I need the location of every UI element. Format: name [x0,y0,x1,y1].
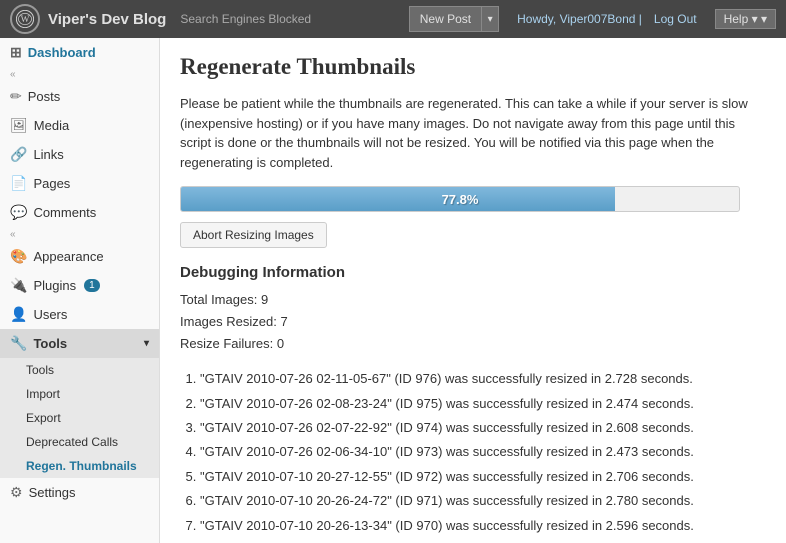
sidebar-item-comments[interactable]: 💬 Comments [0,198,159,227]
howdy-prefix: Howdy, [517,12,556,26]
images-resized-value: 7 [280,314,287,329]
plugins-badge: 1 [84,279,100,292]
site-subtitle: Search Engines Blocked [180,12,311,26]
dashboard-icon: ⊞ [10,44,22,61]
sidebar-item-posts[interactable]: ✏ Posts [0,82,159,111]
progress-label: 77.8% [181,187,739,211]
settings-icon: ⚙ [10,484,23,501]
sidebar-item-plugins[interactable]: 🔌 Plugins 1 [0,271,159,300]
debug-info: Total Images: 9 Images Resized: 7 Resize… [180,289,766,355]
separator: | [639,12,642,26]
list-item: "GTAIV 2010-07-26 02-07-22-92" (ID 974) … [200,416,766,439]
resize-failures-value: 0 [277,336,284,351]
comments-icon: 💬 [10,204,27,221]
page-title: Regenerate Thumbnails [180,54,766,80]
sidebar-collapse-2[interactable]: « [0,227,159,242]
sidebar-item-tools[interactable]: 🔧 Tools ▾ [0,329,159,358]
abort-button[interactable]: Abort Resizing Images [180,222,327,248]
sidebar-item-tools-tools[interactable]: Tools [0,358,159,382]
tools-icon: 🔧 [10,335,27,352]
list-item: "GTAIV 2010-07-10 20-26-13-34" (ID 970) … [200,514,766,537]
total-images-label: Total Images: [180,292,257,307]
sidebar-settings-label: Settings [29,485,76,500]
debug-title: Debugging Information [180,264,766,281]
username-link[interactable]: Viper007Bond [560,12,636,26]
images-resized-row: Images Resized: 7 [180,311,766,333]
help-button[interactable]: Help ▾ [715,9,776,29]
description-text: Please be patient while the thumbnails a… [180,94,766,172]
list-item: "GTAIV 2010-07-10 20-26-24-72" (ID 971) … [200,489,766,512]
sidebar-item-media[interactable]: 🖼 Media [0,111,159,140]
new-post-button-group: New Post ▾ [409,6,499,32]
svg-text:W: W [21,15,30,25]
list-item: "GTAIV 2010-07-26 02-06-34-10" (ID 973) … [200,440,766,463]
sidebar-item-users[interactable]: 👤 Users [0,300,159,329]
links-icon: 🔗 [10,146,27,163]
sidebar-appearance-label: Appearance [33,249,103,264]
plugins-icon: 🔌 [10,277,27,294]
total-images-row: Total Images: 9 [180,289,766,311]
resize-failures-row: Resize Failures: 0 [180,333,766,355]
new-post-button[interactable]: New Post [409,6,481,32]
sidebar-item-import[interactable]: Import [0,382,159,406]
sidebar-item-settings[interactable]: ⚙ Settings [0,478,159,507]
logout-link[interactable]: Log Out [654,12,697,26]
wordpress-logo[interactable]: W [10,4,40,34]
sidebar-pages-label: Pages [33,176,70,191]
tools-submenu: Tools Import Export Deprecated Calls Reg… [0,358,159,478]
sidebar-collapse-1[interactable]: « [0,67,159,82]
sidebar-item-dashboard[interactable]: ⊞ Dashboard [0,38,159,67]
resize-failures-label: Resize Failures: [180,336,273,351]
sidebar-users-label: Users [33,307,67,322]
sidebar-dashboard-label: Dashboard [28,45,96,60]
sidebar-item-appearance[interactable]: 🎨 Appearance [0,242,159,271]
images-resized-label: Images Resized: [180,314,277,329]
sidebar-item-deprecated-calls[interactable]: Deprecated Calls [0,430,159,454]
howdy-text: Howdy, Viper007Bond | [517,12,642,26]
sidebar-media-label: Media [34,118,69,133]
media-icon: 🖼 [10,117,28,134]
sidebar-posts-label: Posts [28,89,61,104]
appearance-icon: 🎨 [10,248,27,265]
list-item: "GTAIV 2010-07-10 20-27-12-55" (ID 972) … [200,465,766,488]
list-item: "GTAIV 2010-07-26 02-08-23-24" (ID 975) … [200,392,766,415]
sidebar: ⊞ Dashboard « ✏ Posts 🖼 Media 🔗 Links 📄 … [0,38,160,543]
users-icon: 👤 [10,306,27,323]
new-post-dropdown[interactable]: ▾ [481,6,499,32]
site-title: Viper's Dev Blog [48,11,166,28]
sidebar-plugins-label: Plugins [33,278,76,293]
total-images-value: 9 [261,292,268,307]
sidebar-item-regen-thumbnails[interactable]: Regen. Thumbnails [0,454,159,478]
sidebar-links-label: Links [33,147,63,162]
sidebar-comments-label: Comments [33,205,96,220]
sidebar-tools-label: Tools [33,336,67,351]
sidebar-item-links[interactable]: 🔗 Links [0,140,159,169]
progress-bar-container: 77.8% [180,186,740,212]
tools-arrow: ▾ [144,338,149,349]
main-content: Regenerate Thumbnails Please be patient … [160,38,786,543]
sidebar-item-export[interactable]: Export [0,406,159,430]
sidebar-item-pages[interactable]: 📄 Pages [0,169,159,198]
resize-list: "GTAIV 2010-07-26 02-11-05-67" (ID 976) … [180,367,766,537]
posts-icon: ✏ [10,88,22,105]
pages-icon: 📄 [10,175,27,192]
list-item: "GTAIV 2010-07-26 02-11-05-67" (ID 976) … [200,367,766,390]
